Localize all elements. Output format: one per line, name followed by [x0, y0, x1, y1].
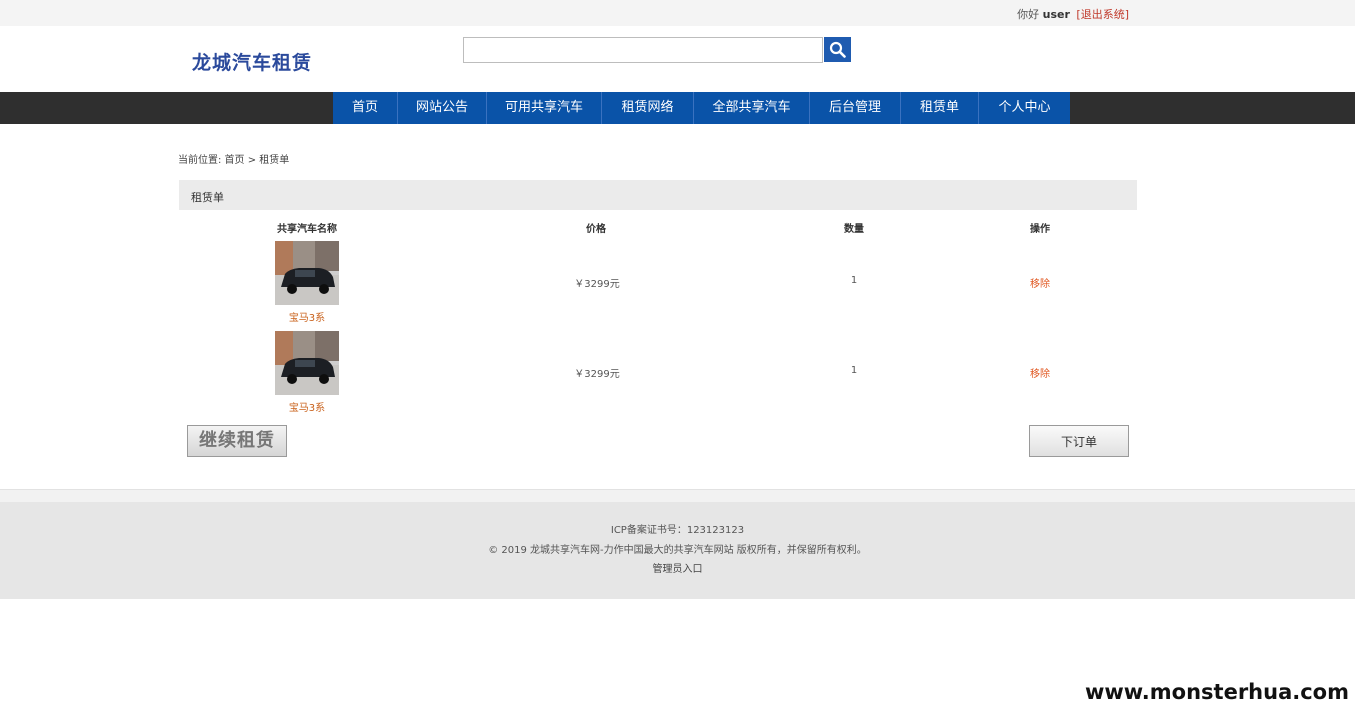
continue-renting-button[interactable]: 继续租赁 — [187, 425, 287, 457]
copyright: © 2019 龙城共享汽车网-力作中国最大的共享汽车网站 版权所有，并保留所有权… — [488, 545, 867, 556]
price-cell: ￥3299元 — [574, 279, 620, 290]
main-nav: 首页 网站公告 可用共享汽车 租赁网络 全部共享汽车 后台管理 租赁单 个人中心 — [333, 92, 1070, 124]
column-header-price: 价格 — [586, 224, 606, 235]
car-thumbnail[interactable] — [275, 241, 339, 305]
admin-entry-wrapper: 管理员入口 — [0, 560, 1355, 575]
footer: ICP备案证书号：123123123 © 2019 龙城共享汽车网-力作中国最大… — [0, 502, 1355, 599]
remove-link[interactable]: 移除 — [1030, 275, 1050, 290]
nav-announcements[interactable]: 网站公告 — [398, 92, 487, 124]
breadcrumb: 当前位置: 首页 > 租赁单 — [178, 155, 290, 166]
search-icon — [829, 41, 846, 58]
username: user — [1042, 8, 1070, 21]
table-row: 宝马3系 ￥3299元 1 移除 — [0, 331, 1355, 421]
nav-available-cars[interactable]: 可用共享汽车 — [487, 92, 602, 124]
quantity-cell: 1 — [850, 365, 858, 376]
column-header-quantity: 数量 — [844, 224, 864, 235]
car-name-link[interactable]: 宝马3系 — [289, 309, 325, 324]
price-cell: ￥3299元 — [574, 369, 620, 380]
site-logo[interactable]: 龙城汽车租赁 — [192, 48, 312, 75]
column-header-name: 共享汽车名称 — [277, 224, 337, 235]
quantity-cell: 1 — [850, 275, 858, 286]
header: 龙城汽车租赁 — [0, 26, 1355, 92]
panel-header: 租赁单 — [179, 180, 1137, 210]
panel-title: 租赁单 — [191, 191, 224, 204]
nav-all-cars[interactable]: 全部共享汽车 — [694, 92, 810, 124]
footer-divider — [0, 489, 1355, 503]
remove-link[interactable]: 移除 — [1030, 365, 1050, 380]
search-button[interactable] — [824, 37, 851, 62]
nav-rental-network[interactable]: 租赁网络 — [602, 92, 694, 124]
greeting-text: 你好 — [1017, 8, 1040, 21]
car-thumbnail[interactable] — [275, 331, 339, 395]
user-greeting: 你好 user [退出系统] — [1017, 6, 1129, 22]
nav-personal-center[interactable]: 个人中心 — [979, 92, 1070, 124]
icp-record: ICP备案证书号：123123123 — [610, 525, 745, 536]
top-bar: 你好 user [退出系统] — [0, 0, 1355, 26]
search-input[interactable] — [463, 37, 823, 63]
logout-link[interactable]: [退出系统] — [1076, 8, 1129, 21]
car-name-link[interactable]: 宝马3系 — [289, 399, 325, 414]
navbar: 首页 网站公告 可用共享汽车 租赁网络 全部共享汽车 后台管理 租赁单 个人中心 — [0, 92, 1355, 124]
watermark: www.monsterhua.com — [1080, 680, 1353, 704]
place-order-button[interactable]: 下订单 — [1029, 425, 1129, 457]
nav-home[interactable]: 首页 — [333, 92, 398, 124]
column-header-action: 操作 — [1030, 224, 1050, 235]
nav-rental-orders[interactable]: 租赁单 — [901, 92, 979, 124]
admin-entry-link[interactable]: 管理员入口 — [653, 564, 703, 575]
table-row: 宝马3系 ￥3299元 1 移除 — [0, 241, 1355, 331]
nav-admin[interactable]: 后台管理 — [810, 92, 901, 124]
